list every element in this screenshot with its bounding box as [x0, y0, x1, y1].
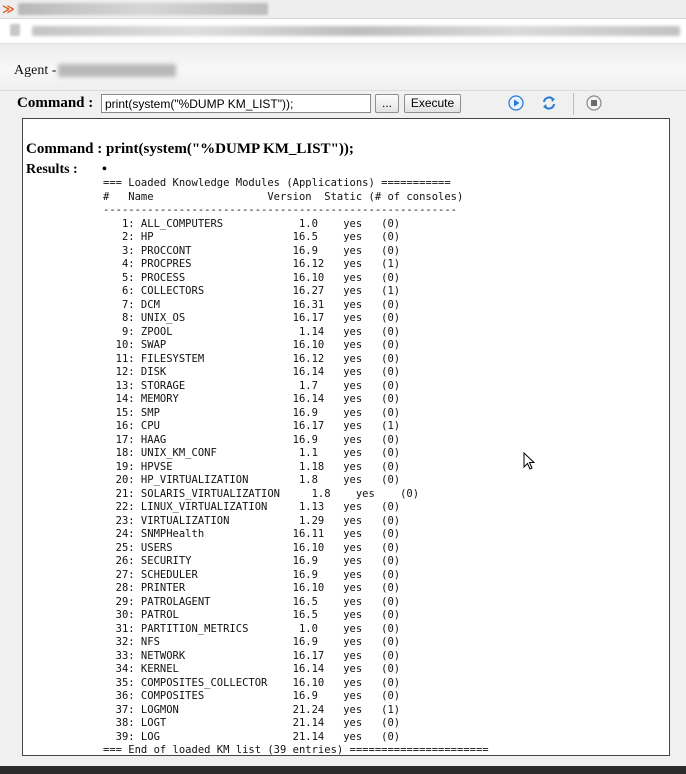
output-line: 32: NFS 16.9 yes (0) — [103, 636, 401, 648]
agent-page: Agent - Command : ... Execute Command : … — [0, 44, 686, 774]
output-line: 22: LINUX_VIRTUALIZATION 1.13 yes (0) — [103, 501, 401, 513]
output-line: 33: NETWORK 16.17 yes (0) — [103, 649, 401, 662]
output-line: 38: LOGT 21.14 yes (0) — [103, 717, 401, 729]
output-line: 1: ALL_COMPUTERS 1.0 yes (0) — [103, 217, 401, 230]
output-line: 2: HP 16.5 yes (0) — [103, 231, 401, 243]
output-line: === End of loaded KM list (39 entries) =… — [103, 744, 489, 756]
output-line: 27: SCHEDULER 16.9 yes (0) — [103, 568, 401, 581]
stop-icon[interactable] — [586, 95, 602, 111]
output-line: 25: USERS 16.10 yes (0) — [103, 541, 401, 554]
output-line: 9: ZPOOL 1.14 yes (0) — [103, 325, 401, 338]
command-input[interactable] — [101, 94, 371, 113]
output-line: 15: SMP 16.9 yes (0) — [103, 406, 401, 419]
window-title-redacted — [18, 3, 268, 15]
output-line: 13: STORAGE 1.7 yes (0) — [103, 379, 401, 392]
output-line: 12: DISK 16.14 yes (0) — [103, 366, 401, 378]
output-line: 24: SNMPHealth 16.11 yes (0) — [103, 528, 401, 540]
output-line: 34: KERNEL 16.14 yes (0) — [103, 663, 401, 675]
output-line: 11: FILESYSTEM 16.12 yes (0) — [103, 352, 401, 365]
output-line: 6: COLLECTORS 16.27 yes (1) — [103, 285, 401, 297]
output-line: ----------------------------------------… — [103, 204, 458, 216]
output-line: 16: CPU 16.17 yes (1) — [103, 420, 401, 432]
output-line: 30: PATROL 16.5 yes (0) — [103, 609, 401, 621]
output-line: 37: LOGMON 21.24 yes (1) — [103, 703, 401, 716]
results-command-text: Command : print(system("%DUMP KM_LIST"))… — [26, 141, 354, 157]
output-line: 29: PATROLAGENT 16.5 yes (0) — [103, 595, 401, 608]
output-line: 31: PARTITION_METRICS 1.0 yes (0) — [103, 622, 401, 635]
output-line: 17: HAAG 16.9 yes (0) — [103, 433, 401, 446]
output-line: 5: PROCESS 16.10 yes (0) — [103, 271, 401, 284]
output-line: 39: LOG 21.14 yes (0) — [103, 730, 401, 743]
command-bar: Command : ... Execute — [0, 93, 686, 117]
output-line: 10: SWAP 16.10 yes (0) — [103, 339, 401, 351]
agent-label: Agent - — [14, 63, 57, 78]
output-line: 35: COMPOSITES_COLLECTOR 16.10 yes (0) — [103, 676, 401, 689]
output-line: # Name Version Static (# of consoles) — [103, 190, 464, 203]
output-line: 7: DCM 16.31 yes (0) — [103, 298, 401, 311]
address-bar[interactable] — [0, 19, 686, 44]
results-label: Results : — [26, 162, 78, 177]
execute-button[interactable]: Execute — [404, 94, 461, 113]
results-bullet: • — [102, 162, 107, 177]
km-list-output: === Loaded Knowledge Modules (Applicatio… — [103, 177, 489, 756]
output-line: 3: PROCCONT 16.9 yes (0) — [103, 244, 401, 257]
results-panel: Command : print(system("%DUMP KM_LIST"))… — [22, 118, 670, 756]
output-line: 28: PRINTER 16.10 yes (0) — [103, 582, 401, 594]
output-line: 23: VIRTUALIZATION 1.29 yes (0) — [103, 514, 401, 527]
app-logo-icon: ≫ — [2, 2, 15, 16]
url-redacted[interactable] — [32, 26, 680, 36]
command-label: Command : — [17, 95, 94, 111]
output-line: 18: UNIX_KM_CONF 1.1 yes (0) — [103, 447, 401, 459]
output-line: 21: SOLARIS_VIRTUALIZATION 1.8 yes (0) — [103, 487, 420, 500]
agent-header: Agent - — [0, 44, 686, 91]
output-line: 4: PROCPRES 16.12 yes (1) — [103, 258, 401, 270]
output-line: 20: HP_VIRTUALIZATION 1.8 yes (0) — [103, 474, 401, 486]
agent-name-redacted — [58, 64, 176, 77]
toolbar-separator — [573, 93, 574, 115]
output-line: 26: SECURITY 16.9 yes (0) — [103, 555, 401, 567]
browser-title-bar: ≫ — [0, 0, 686, 19]
output-line: 36: COMPOSITES 16.9 yes (0) — [103, 690, 401, 702]
refresh-icon[interactable] — [541, 95, 557, 111]
output-line: 8: UNIX_OS 16.17 yes (0) — [103, 312, 401, 324]
output-line: 19: HPVSE 1.18 yes (0) — [103, 460, 401, 473]
browse-button[interactable]: ... — [375, 94, 399, 113]
play-icon[interactable] — [508, 95, 524, 111]
output-line: === Loaded Knowledge Modules (Applicatio… — [103, 177, 451, 189]
output-line: 14: MEMORY 16.14 yes (0) — [103, 393, 401, 405]
mouse-cursor-icon — [523, 451, 536, 470]
bottom-strip — [0, 766, 686, 774]
page-icon — [10, 24, 20, 36]
